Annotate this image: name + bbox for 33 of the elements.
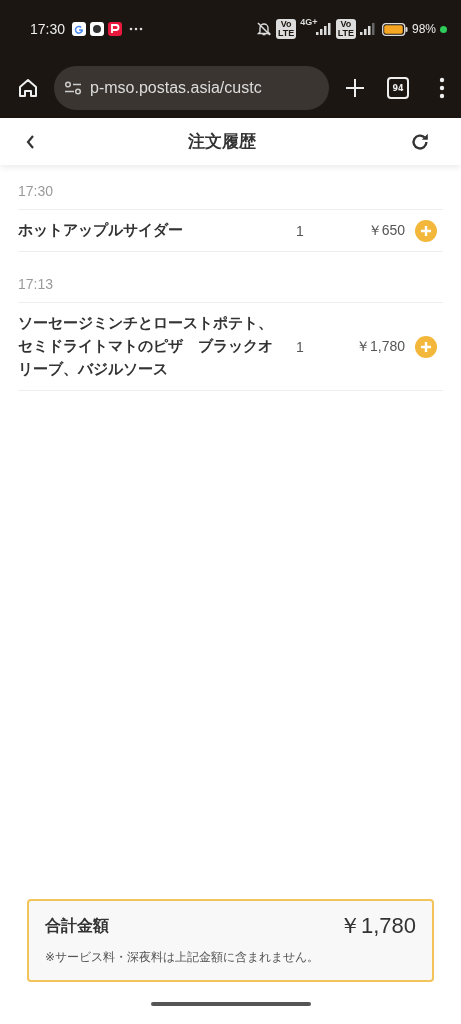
- address-bar[interactable]: p-mso.postas.asia/custc: [54, 66, 329, 110]
- app-icon: [108, 22, 123, 36]
- menu-icon[interactable]: [439, 77, 445, 99]
- muted-bell-icon: [256, 21, 272, 37]
- total-label: 合計金額: [45, 915, 109, 937]
- item-price: ￥650: [366, 221, 405, 240]
- google-app-icon: [72, 22, 87, 36]
- network-type: 4G+: [300, 17, 318, 27]
- signal-icon: [315, 23, 332, 35]
- volte-badge: Vo LTE: [335, 19, 356, 39]
- order-time: 17:30: [18, 181, 443, 210]
- more-notifications-icon: [129, 27, 144, 31]
- item-name: ソーセージミンチとローストポテト、セミドライトマトのピザ ブラックオリーブ、バジルソース: [18, 313, 274, 380]
- volte-badge: Vo LTE: [276, 19, 297, 39]
- back-icon[interactable]: [25, 133, 35, 150]
- signal-icon: [359, 23, 376, 35]
- status-time: 17:30: [30, 21, 66, 37]
- home-icon[interactable]: [16, 76, 40, 100]
- order-time: 17:13: [18, 274, 443, 303]
- item-price: ￥1,780: [354, 337, 405, 356]
- indicator-dot: [440, 25, 447, 33]
- site-settings-icon[interactable]: [64, 81, 82, 95]
- battery-icon: [381, 22, 408, 36]
- total-note: ※サービス料・深夜料は上記金額に含まれません。: [45, 949, 321, 966]
- item-name: ホットアップルサイダー: [18, 220, 184, 241]
- new-tab-icon[interactable]: [343, 76, 367, 100]
- item-quantity: 1: [296, 222, 305, 239]
- total-amount: ￥1,780: [338, 912, 416, 940]
- item-quantity: 1: [296, 338, 305, 355]
- tab-switcher-button[interactable]: 94: [387, 77, 409, 99]
- page-title: 注文履歴: [188, 130, 256, 153]
- app-icon: [90, 22, 105, 36]
- battery-percent: 98%: [411, 22, 436, 36]
